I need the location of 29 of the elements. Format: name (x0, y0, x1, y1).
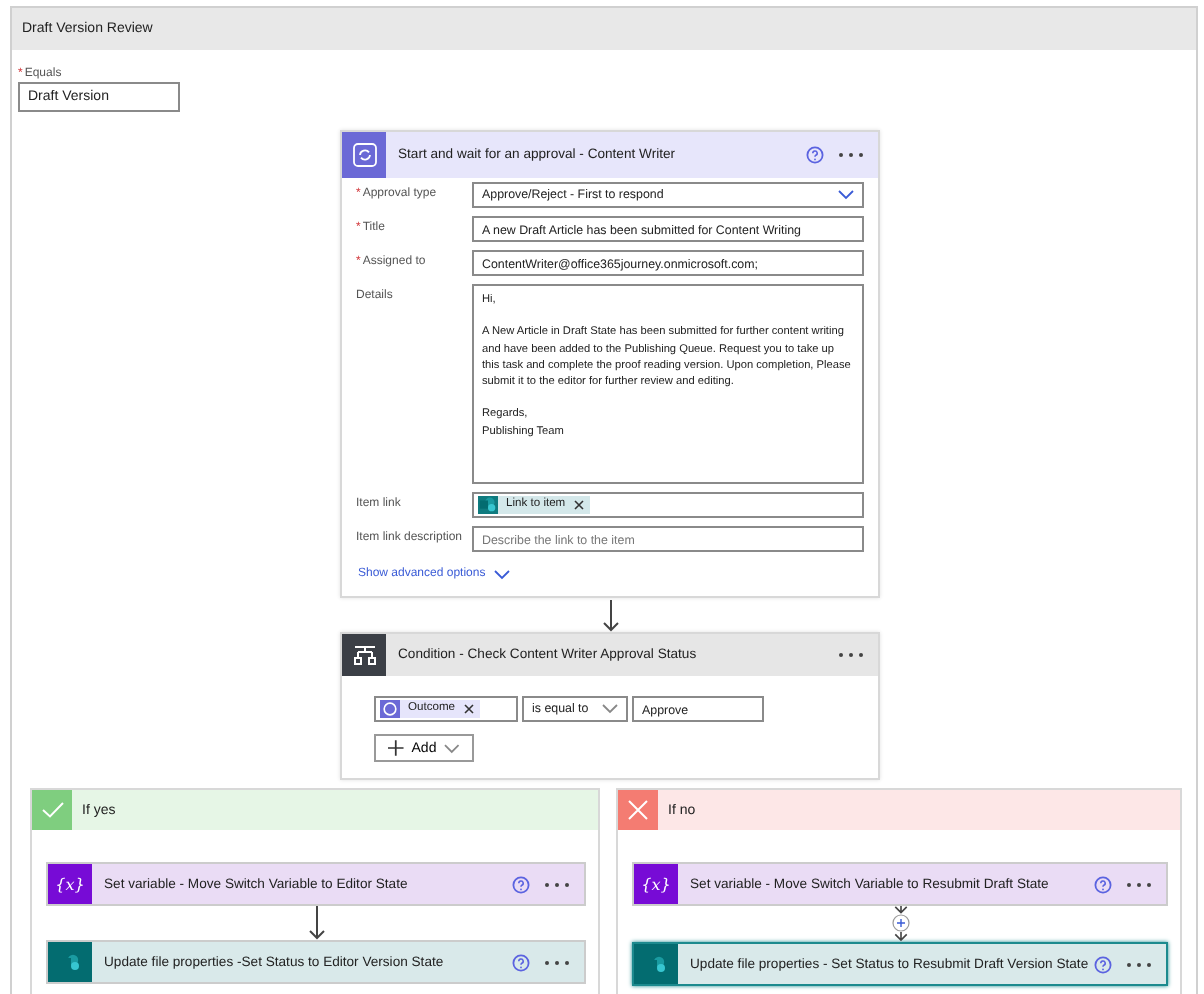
close-icon (628, 800, 648, 820)
chevron-down-icon (493, 569, 510, 579)
close-icon (463, 704, 474, 714)
arrow-down-icon (891, 932, 909, 942)
details-field[interactable] (472, 284, 864, 484)
chevron-down-icon (838, 190, 854, 200)
more-icon (838, 152, 864, 158)
more-icon (1126, 961, 1152, 967)
condition-icon (351, 642, 377, 668)
more-icon (544, 959, 570, 965)
chevron-down-icon (444, 743, 460, 753)
variable-icon: {x} (641, 875, 671, 893)
plus-icon (891, 914, 909, 933)
help-icon (806, 146, 824, 164)
more-icon (544, 881, 570, 887)
close-icon (573, 500, 584, 510)
arrow-down-icon (891, 906, 909, 915)
add-step-button[interactable] (891, 914, 909, 933)
help-icon (512, 875, 530, 893)
variable-icon: {x} (55, 875, 85, 893)
chevron-down-icon (602, 704, 618, 714)
help-icon (512, 953, 530, 971)
help-icon (1094, 875, 1112, 893)
check-icon (41, 802, 63, 818)
more-icon (838, 652, 864, 658)
arrow-down-icon (601, 600, 619, 632)
plus-icon (388, 740, 404, 756)
more-icon (1126, 881, 1152, 887)
help-icon (1094, 955, 1112, 973)
